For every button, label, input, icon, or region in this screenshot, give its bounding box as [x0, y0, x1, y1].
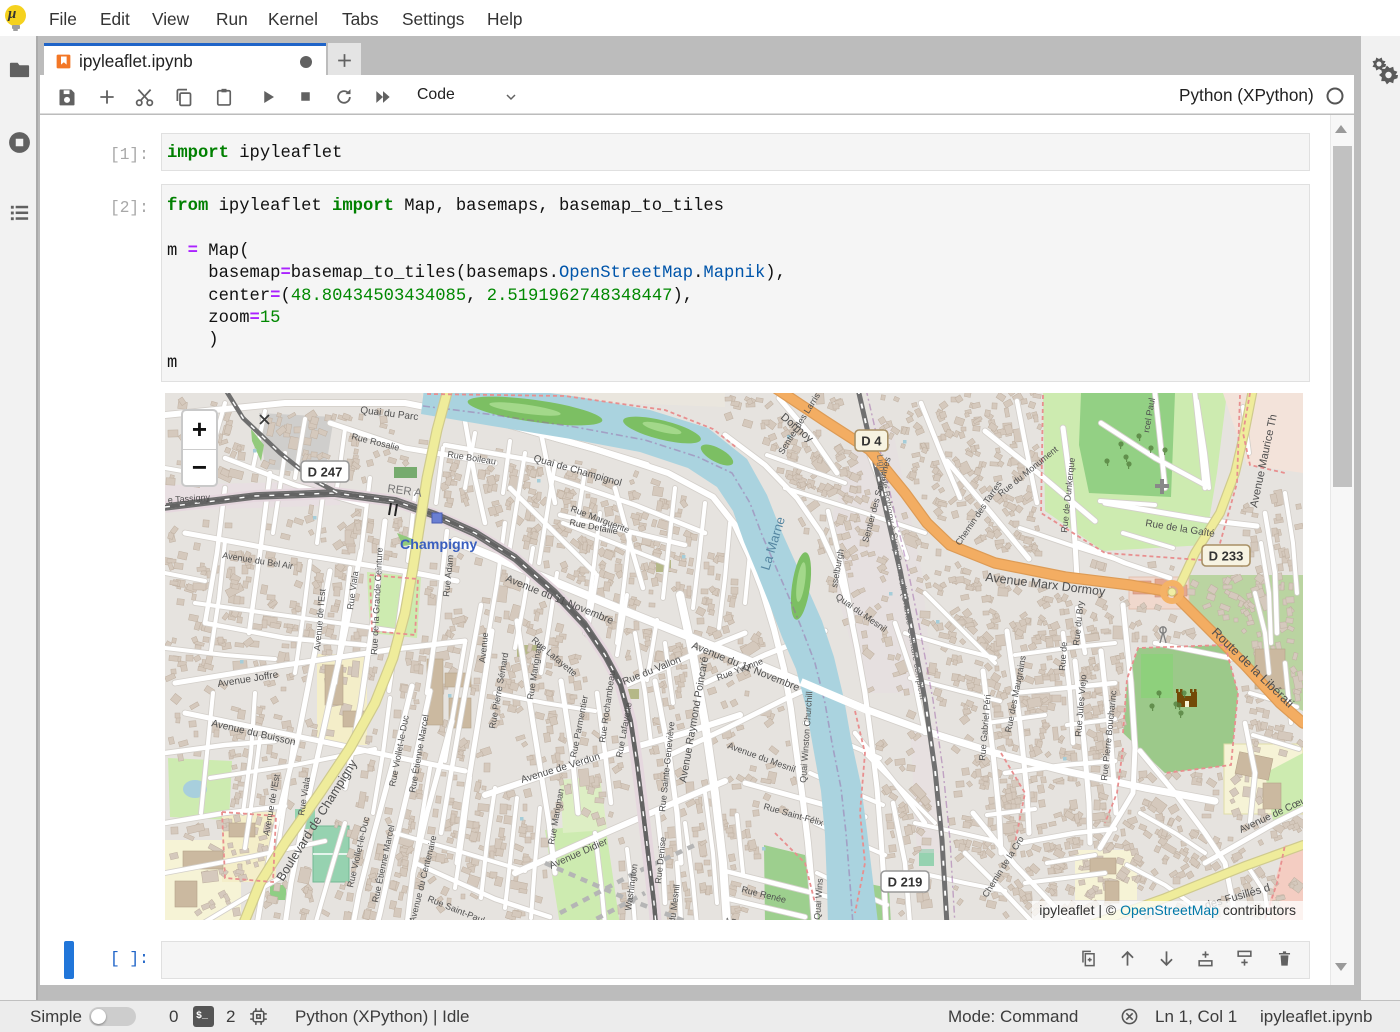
svg-text:D 233: D 233 [1209, 549, 1244, 564]
svg-text:D 4: D 4 [861, 434, 882, 449]
svg-text:D 219: D 219 [888, 875, 923, 890]
svg-text:Rue de: Rue de [1057, 641, 1069, 671]
svg-text:Champigny: Champigny [400, 537, 477, 553]
svg-text:D 247: D 247 [308, 465, 343, 480]
